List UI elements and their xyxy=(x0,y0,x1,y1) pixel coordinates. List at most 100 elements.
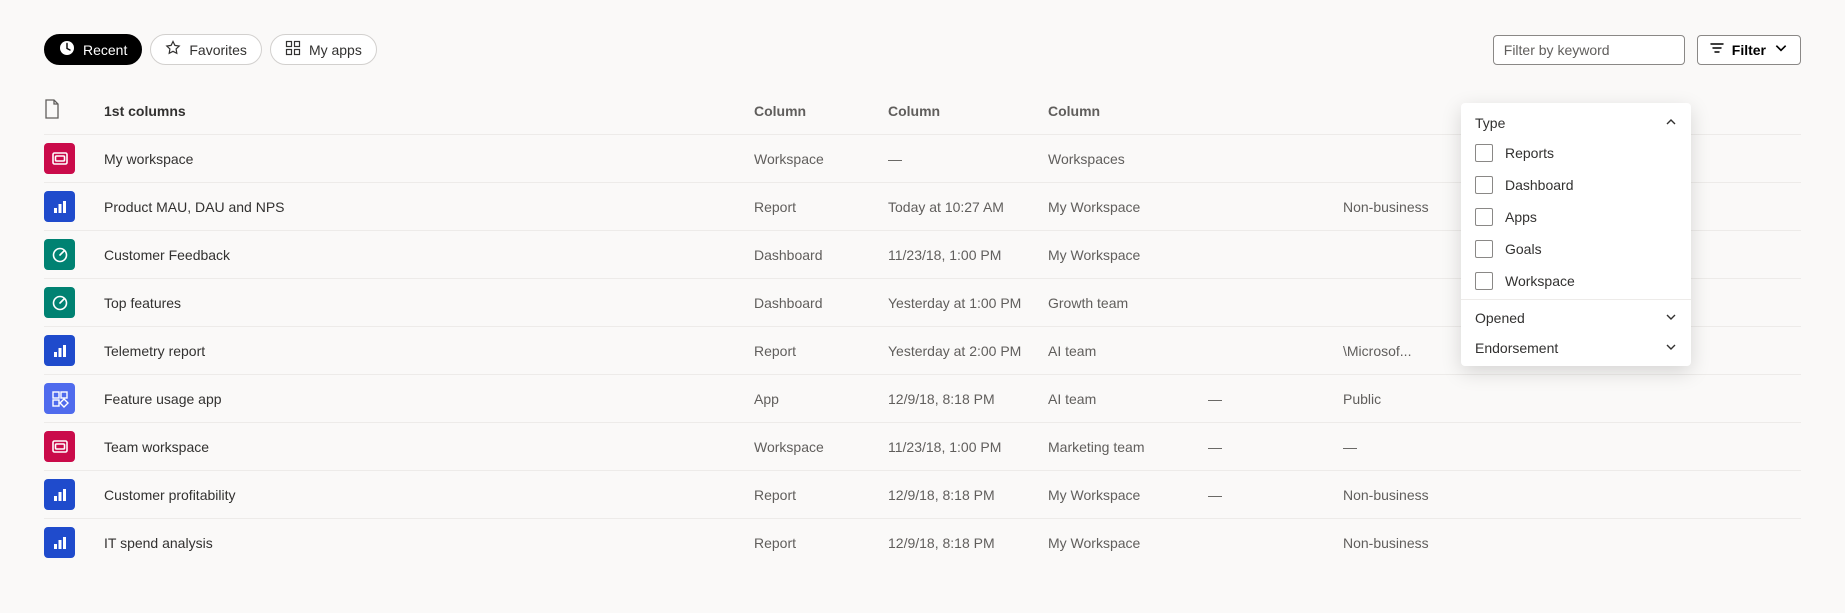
filter-icon xyxy=(1710,41,1724,58)
row-location: My Workspace xyxy=(1048,519,1208,567)
right-controls: Filter xyxy=(1493,35,1801,65)
filter-section-label: Endorsement xyxy=(1475,340,1558,356)
row-endorsement xyxy=(1208,327,1343,375)
recent-chip[interactable]: Recent xyxy=(44,34,142,65)
row-endorsement xyxy=(1208,183,1343,231)
chip-label: Favorites xyxy=(189,42,247,58)
row-sensitivity: Non-business xyxy=(1343,519,1801,567)
row-time: Yesterday at 1:00 PM xyxy=(888,279,1048,327)
row-icon-cell xyxy=(44,279,104,327)
col-endorsement-header xyxy=(1208,87,1343,135)
filter-type-option[interactable]: Reports xyxy=(1461,137,1691,169)
chevron-down-icon xyxy=(1665,340,1677,356)
table-row[interactable]: Team workspace Workspace 11/23/18, 1:00 … xyxy=(44,423,1801,471)
star-icon xyxy=(165,40,181,59)
row-type: Workspace xyxy=(754,135,888,183)
report-icon xyxy=(44,335,75,366)
row-name[interactable]: Customer Feedback xyxy=(104,231,754,279)
row-location: AI team xyxy=(1048,327,1208,375)
row-time: 12/9/18, 8:18 PM xyxy=(888,471,1048,519)
row-icon-cell xyxy=(44,135,104,183)
divider xyxy=(1461,299,1691,300)
row-type: Dashboard xyxy=(754,231,888,279)
filter-option-label: Apps xyxy=(1505,209,1537,225)
checkbox[interactable] xyxy=(1475,144,1493,162)
row-endorsement xyxy=(1208,279,1343,327)
filter-button[interactable]: Filter xyxy=(1697,35,1801,65)
row-endorsement: — xyxy=(1208,423,1343,471)
checkbox[interactable] xyxy=(1475,272,1493,290)
table-row[interactable]: IT spend analysis Report 12/9/18, 8:18 P… xyxy=(44,519,1801,567)
row-location: AI team xyxy=(1048,375,1208,423)
filter-type-option[interactable]: Dashboard xyxy=(1461,169,1691,201)
row-type: Report xyxy=(754,183,888,231)
filter-section-endorsement[interactable]: Endorsement xyxy=(1461,332,1691,362)
row-type: Workspace xyxy=(754,423,888,471)
dashboard-icon xyxy=(44,239,75,270)
row-endorsement xyxy=(1208,519,1343,567)
col-time-header[interactable]: Column xyxy=(888,87,1048,135)
workspace-icon xyxy=(44,143,75,174)
favorites-chip[interactable]: Favorites xyxy=(150,34,262,65)
filter-section-label: Type xyxy=(1475,115,1505,131)
chip-label: My apps xyxy=(309,42,362,58)
row-type: App xyxy=(754,375,888,423)
filter-section-opened[interactable]: Opened xyxy=(1461,302,1691,332)
row-location: My Workspace xyxy=(1048,183,1208,231)
col-location-header[interactable]: Column xyxy=(1048,87,1208,135)
row-icon-cell xyxy=(44,471,104,519)
col-name-header[interactable]: 1st columns xyxy=(104,87,754,135)
table-row[interactable]: Customer profitability Report 12/9/18, 8… xyxy=(44,471,1801,519)
col-icon-header xyxy=(44,87,104,135)
table-row[interactable]: Feature usage app App 12/9/18, 8:18 PM A… xyxy=(44,375,1801,423)
row-time: 11/23/18, 1:00 PM xyxy=(888,423,1048,471)
row-type: Report xyxy=(754,519,888,567)
row-name[interactable]: Feature usage app xyxy=(104,375,754,423)
view-chips: Recent Favorites My apps xyxy=(44,34,1493,65)
row-sensitivity: — xyxy=(1343,423,1801,471)
report-icon xyxy=(44,479,75,510)
checkbox[interactable] xyxy=(1475,240,1493,258)
myapps-chip[interactable]: My apps xyxy=(270,34,377,65)
col-type-header[interactable]: Column xyxy=(754,87,888,135)
report-icon xyxy=(44,191,75,222)
clock-icon xyxy=(59,40,75,59)
filter-option-label: Reports xyxy=(1505,145,1554,161)
row-sensitivity: Public xyxy=(1343,375,1801,423)
row-time: 11/23/18, 1:00 PM xyxy=(888,231,1048,279)
row-time: 12/9/18, 8:18 PM xyxy=(888,519,1048,567)
row-endorsement: — xyxy=(1208,375,1343,423)
row-endorsement xyxy=(1208,231,1343,279)
filter-option-label: Dashboard xyxy=(1505,177,1574,193)
row-location: My Workspace xyxy=(1048,471,1208,519)
filter-type-option[interactable]: Apps xyxy=(1461,201,1691,233)
row-name[interactable]: My workspace xyxy=(104,135,754,183)
checkbox[interactable] xyxy=(1475,208,1493,226)
row-time: Today at 10:27 AM xyxy=(888,183,1048,231)
row-endorsement xyxy=(1208,135,1343,183)
row-type: Report xyxy=(754,471,888,519)
row-name[interactable]: Telemetry report xyxy=(104,327,754,375)
apps-icon xyxy=(285,40,301,59)
row-name[interactable]: Team workspace xyxy=(104,423,754,471)
checkbox[interactable] xyxy=(1475,176,1493,194)
row-name[interactable]: Top features xyxy=(104,279,754,327)
row-location: My Workspace xyxy=(1048,231,1208,279)
row-name[interactable]: Customer profitability xyxy=(104,471,754,519)
filter-type-option[interactable]: Goals xyxy=(1461,233,1691,265)
filter-section-type[interactable]: Type xyxy=(1461,107,1691,137)
dashboard-icon xyxy=(44,287,75,318)
row-icon-cell xyxy=(44,183,104,231)
row-icon-cell xyxy=(44,231,104,279)
row-type: Report xyxy=(754,327,888,375)
filter-type-option[interactable]: Workspace xyxy=(1461,265,1691,297)
row-time: — xyxy=(888,135,1048,183)
row-time: Yesterday at 2:00 PM xyxy=(888,327,1048,375)
row-sensitivity: Non-business xyxy=(1343,471,1801,519)
chevron-down-icon xyxy=(1665,310,1677,326)
row-name[interactable]: Product MAU, DAU and NPS xyxy=(104,183,754,231)
search-input[interactable] xyxy=(1493,35,1685,65)
filter-option-label: Workspace xyxy=(1505,273,1575,289)
row-location: Marketing team xyxy=(1048,423,1208,471)
row-name[interactable]: IT spend analysis xyxy=(104,519,754,567)
